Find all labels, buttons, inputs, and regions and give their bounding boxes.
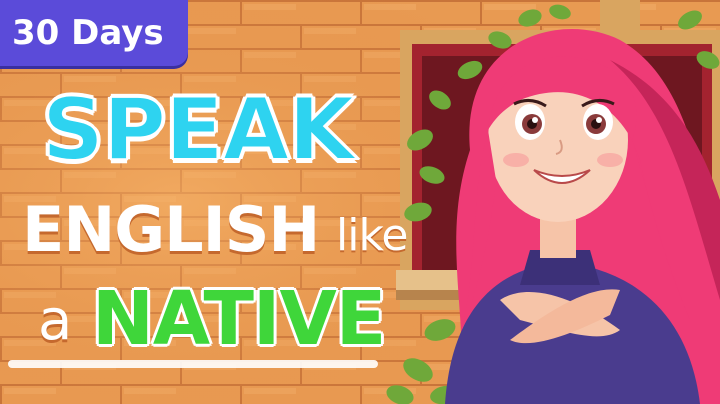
days-badge: 30 Days bbox=[0, 0, 188, 66]
headline-like: like bbox=[336, 210, 408, 261]
headline-a: a bbox=[38, 288, 72, 353]
headline-native: NATIVE bbox=[92, 276, 386, 362]
days-badge-text: 30 Days bbox=[12, 13, 164, 53]
headline-speak: SPEAK bbox=[41, 79, 356, 181]
headline-english: ENGLISH bbox=[22, 193, 320, 266]
headline-underline bbox=[8, 360, 378, 368]
